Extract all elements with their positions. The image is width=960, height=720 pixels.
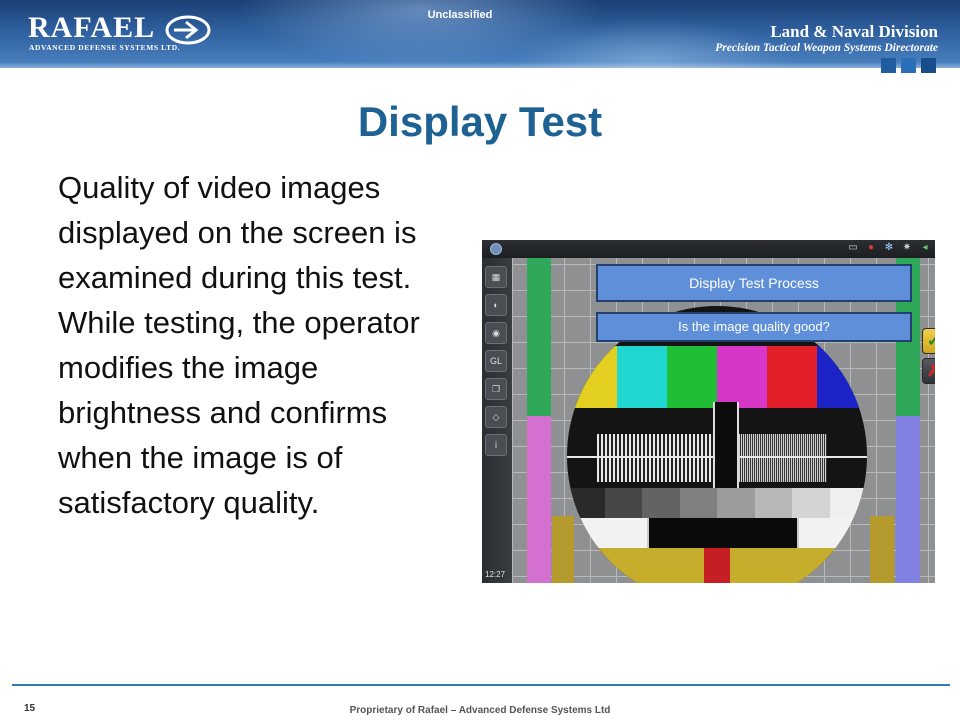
contrast-tool-icon: ◐ [485, 294, 507, 316]
color-bar [717, 346, 767, 408]
grey-steps [567, 488, 867, 518]
header-block [881, 58, 896, 73]
check-icon: ✓ [926, 331, 935, 350]
slide-title: Display Test [357, 98, 603, 145]
battery-icon: ▭ [848, 242, 858, 253]
layer-tool-icon: ❐ [485, 378, 507, 400]
header-block [921, 58, 936, 73]
white-block-left [567, 518, 647, 548]
dialog-question: Is the image quality good? [596, 312, 912, 342]
dialog-title: Display Test Process [596, 264, 912, 302]
header-blocks [881, 58, 936, 73]
grey-step [792, 488, 830, 518]
screenshot-clock: 12:27 [485, 570, 506, 579]
grey-step [642, 488, 680, 518]
slide-body-text: Quality of video images displayed on the… [58, 170, 420, 520]
status-icons: ▭ ● ✻ ✷ ◂ [847, 242, 931, 254]
tool-strip: ▦ ◐ ◉ GL ❐ ◇ ⅰ 12:27 [482, 258, 510, 583]
division-name: Land & Naval Division [770, 22, 938, 41]
directorate-name: Precision Tactical Weapon Systems Direct… [715, 42, 938, 54]
color-bar [667, 346, 717, 408]
info-tool-icon: ⅰ [485, 434, 507, 456]
logo-subtitle: ADVANCED DEFENSE SYSTEMS LTD. [29, 43, 181, 52]
reject-button[interactable]: ✗ [922, 358, 935, 384]
gl-tool-button: GL [485, 350, 507, 372]
display-test-screenshot: ▭ ● ✻ ✷ ◂ ▦ ◐ ◉ GL ❐ ◇ ⅰ 12:27 Display T… [482, 240, 935, 583]
color-bar [567, 346, 617, 408]
snowflake-icon: ✻ [884, 242, 894, 253]
classification-label: Unclassified [427, 9, 493, 21]
color-bar [617, 346, 667, 408]
home-icon [490, 243, 502, 255]
footer-divider [12, 684, 950, 686]
left-green-bar [527, 258, 551, 416]
color-bar [767, 346, 817, 408]
grey-step [567, 488, 605, 518]
test-pattern: Display Test Process Is the image qualit… [512, 258, 935, 583]
right-blue-bar [896, 416, 920, 583]
footer-text: Proprietary of Rafael – Advanced Defense… [349, 705, 611, 716]
color-bars [567, 346, 867, 408]
grid-tool-icon: ▦ [485, 266, 507, 288]
grey-step [754, 488, 792, 518]
shape-tool-icon: ◇ [485, 406, 507, 428]
grey-step [829, 488, 867, 518]
black-block [647, 518, 799, 548]
header-banner: RAFAEL ADVANCED DEFENSE SYSTEMS LTD. Unc… [0, 0, 960, 68]
bottom-red-block [704, 548, 730, 583]
color-tool-icon: ◉ [485, 322, 507, 344]
signal-icon: ● [867, 242, 875, 253]
right-olive-block [870, 516, 894, 583]
white-block-right [799, 518, 867, 548]
arrow-icon: ◂ [922, 242, 928, 253]
left-pink-bar [527, 416, 551, 583]
grey-step [717, 488, 755, 518]
grey-step [679, 488, 717, 518]
x-icon: ✗ [926, 361, 935, 380]
screenshot-top-bar: ▭ ● ✻ ✷ ◂ [482, 240, 935, 258]
confirm-button[interactable]: ✓ [922, 328, 935, 354]
header-block [901, 58, 916, 73]
grey-step [604, 488, 642, 518]
test-circle [567, 306, 867, 583]
banner-fade [0, 62, 960, 68]
settings-icon: ✷ [902, 242, 912, 253]
center-cross [713, 402, 739, 488]
color-bar [817, 346, 867, 408]
